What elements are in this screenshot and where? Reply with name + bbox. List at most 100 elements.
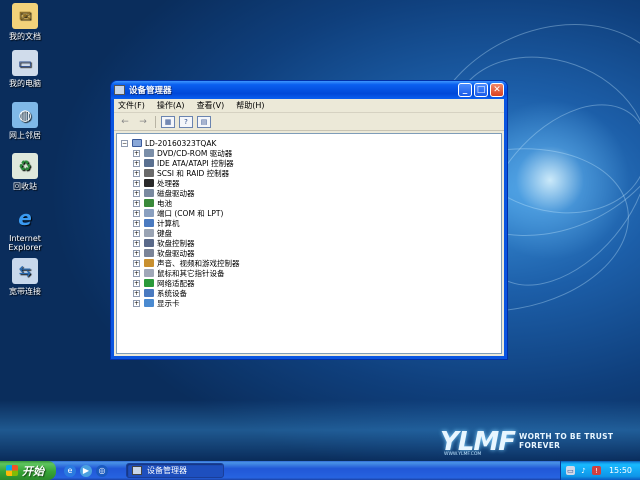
tree-item[interactable]: + 磁盘驱动器 bbox=[133, 188, 497, 198]
desktop-icon-label: Internet bbox=[9, 234, 41, 243]
brand-slogan: WORTH TO BE TRUST FOREVER bbox=[519, 432, 614, 450]
expand-toggle[interactable]: + bbox=[133, 229, 140, 237]
tree-item[interactable]: + 系统设备 bbox=[133, 288, 497, 298]
expand-toggle[interactable]: + bbox=[133, 259, 140, 267]
desktop-icon-label: 我的文档 bbox=[9, 32, 41, 41]
device-category-icon bbox=[144, 189, 154, 197]
desktop-icon-recycle-bin[interactable]: ♻ 回收站 bbox=[2, 153, 48, 191]
tree-item[interactable]: + SCSI 和 RAID 控制器 bbox=[133, 168, 497, 178]
quick-launch: e ▶ ◎ bbox=[64, 464, 112, 477]
tree-item[interactable]: + 网络适配器 bbox=[133, 278, 497, 288]
window-body: 文件(F) 操作(A) 查看(V) 帮助(H) ← → ▦ ? ▤ − LD-2… bbox=[114, 99, 504, 356]
device-category-icon bbox=[144, 269, 154, 277]
device-manager-icon bbox=[114, 85, 125, 95]
device-category-icon bbox=[144, 149, 154, 157]
properties-icon[interactable]: ▤ bbox=[197, 115, 211, 128]
tree-item[interactable]: + 端口 (COM 和 LPT) bbox=[133, 208, 497, 218]
tree-item[interactable]: + IDE ATA/ATAPI 控制器 bbox=[133, 158, 497, 168]
expand-toggle[interactable]: + bbox=[133, 199, 140, 207]
desktop-icon-broadband[interactable]: ⇆ 宽带连接 bbox=[2, 258, 48, 296]
windows-flag-icon bbox=[6, 465, 18, 476]
task-label: 设备管理器 bbox=[147, 466, 187, 475]
expand-toggle[interactable]: + bbox=[133, 219, 140, 227]
collapse-toggle[interactable]: − bbox=[121, 139, 128, 147]
menu-view[interactable]: 查看(V) bbox=[197, 100, 225, 111]
broadband-icon: ⇆ bbox=[12, 258, 38, 284]
tree-item[interactable]: + 软盘控制器 bbox=[133, 238, 497, 248]
expand-toggle[interactable]: + bbox=[133, 289, 140, 297]
desktop-icon-network[interactable]: ◍ 网上邻居 bbox=[2, 102, 48, 140]
security-icon[interactable]: ! bbox=[591, 466, 601, 475]
menu-action[interactable]: 操作(A) bbox=[157, 100, 185, 111]
device-category-icon bbox=[144, 169, 154, 177]
expand-toggle[interactable]: + bbox=[133, 209, 140, 217]
expand-toggle[interactable]: + bbox=[133, 299, 140, 307]
media-player-icon[interactable]: ▶ bbox=[80, 464, 92, 477]
internet-explorer-icon[interactable]: e bbox=[64, 464, 76, 477]
minimize-button[interactable]: _ bbox=[458, 83, 472, 97]
menu-file[interactable]: 文件(F) bbox=[118, 100, 145, 111]
tree-item[interactable]: + 电池 bbox=[133, 198, 497, 208]
close-button[interactable]: ✕ bbox=[490, 83, 504, 97]
start-button[interactable]: 开始 bbox=[0, 461, 56, 480]
logo-text: YLMF bbox=[440, 427, 516, 457]
expand-toggle[interactable]: + bbox=[133, 169, 140, 177]
desktop-icon-label: 我的电脑 bbox=[9, 79, 41, 88]
folder-envelope-icon: ✉ bbox=[12, 3, 38, 29]
internet-explorer-icon: e bbox=[18, 205, 32, 230]
tree-item[interactable]: + 声音、视频和游戏控制器 bbox=[133, 258, 497, 268]
desktop-icon-label: 网上邻居 bbox=[9, 131, 41, 140]
desktop-icon-internet-explorer[interactable]: e Internet Explorer bbox=[2, 205, 48, 253]
desktop-icon-label: 宽带连接 bbox=[9, 287, 41, 296]
help-icon[interactable]: ? bbox=[179, 115, 193, 128]
taskbar-device-manager[interactable]: 设备管理器 bbox=[126, 463, 224, 478]
desktop-icon-my-computer[interactable]: ▭ 我的电脑 bbox=[2, 50, 48, 88]
device-category-icon bbox=[144, 199, 154, 207]
title-bar[interactable]: 设备管理器 _ □ ✕ bbox=[111, 81, 507, 99]
browser-icon[interactable]: ◎ bbox=[96, 464, 108, 477]
tree-item[interactable]: + 显示卡 bbox=[133, 298, 497, 308]
tree-root[interactable]: − LD-20160323TQAK bbox=[121, 138, 497, 148]
expand-toggle[interactable]: + bbox=[133, 189, 140, 197]
device-category-icon bbox=[144, 159, 154, 167]
device-category-icon bbox=[144, 289, 154, 297]
expand-toggle[interactable]: + bbox=[133, 269, 140, 277]
tree-item[interactable]: + 软盘驱动器 bbox=[133, 248, 497, 258]
menu-bar: 文件(F) 操作(A) 查看(V) 帮助(H) bbox=[114, 99, 504, 113]
tree-item[interactable]: + 鼠标和其它指针设备 bbox=[133, 268, 497, 278]
desktop-icon-my-documents[interactable]: ✉ 我的文档 bbox=[2, 3, 48, 41]
expand-toggle[interactable]: + bbox=[133, 279, 140, 287]
tree-item[interactable]: + 计算机 bbox=[133, 218, 497, 228]
expand-toggle[interactable]: + bbox=[133, 159, 140, 167]
network-tray-icon[interactable]: ▭ bbox=[565, 466, 575, 475]
console-tree-icon[interactable]: ▦ bbox=[161, 115, 175, 128]
back-arrow-icon[interactable]: ← bbox=[118, 116, 132, 128]
tree-item[interactable]: + 键盘 bbox=[133, 228, 497, 238]
recycle-bin-icon: ♻ bbox=[12, 153, 38, 179]
network-icon: ◍ bbox=[12, 102, 38, 128]
expand-toggle[interactable]: + bbox=[133, 239, 140, 247]
device-tree[interactable]: − LD-20160323TQAK + DVD/CD-ROM 驱动器 + IDE AT… bbox=[116, 133, 502, 354]
maximize-button[interactable]: □ bbox=[474, 83, 488, 97]
taskbar: 开始 e ▶ ◎ 设备管理器 ▭ ♪ ! 15:50 bbox=[0, 461, 640, 480]
brand-url: WWW.YLMF.COM bbox=[444, 452, 482, 457]
menu-help[interactable]: 帮助(H) bbox=[236, 100, 264, 111]
device-category-icon bbox=[144, 249, 154, 257]
device-category-icon bbox=[144, 229, 154, 237]
system-tray: ▭ ♪ ! 15:50 bbox=[560, 461, 640, 480]
device-category-icon bbox=[144, 209, 154, 217]
forward-arrow-icon[interactable]: → bbox=[136, 116, 150, 128]
expand-toggle[interactable]: + bbox=[133, 149, 140, 157]
tree-root-label: LD-20160323TQAK bbox=[145, 138, 217, 148]
device-manager-window[interactable]: 设备管理器 _ □ ✕ 文件(F) 操作(A) 查看(V) 帮助(H) ← → … bbox=[110, 80, 508, 360]
tree-item[interactable]: + DVD/CD-ROM 驱动器 bbox=[133, 148, 497, 158]
expand-toggle[interactable]: + bbox=[133, 249, 140, 257]
tree-item[interactable]: + 处理器 bbox=[133, 178, 497, 188]
start-label: 开始 bbox=[22, 464, 44, 478]
device-category-icon bbox=[144, 259, 154, 267]
device-manager-icon bbox=[132, 466, 142, 475]
device-category-icon bbox=[144, 179, 154, 187]
volume-icon[interactable]: ♪ bbox=[579, 466, 588, 475]
device-category-icon bbox=[144, 299, 154, 307]
expand-toggle[interactable]: + bbox=[133, 179, 140, 187]
